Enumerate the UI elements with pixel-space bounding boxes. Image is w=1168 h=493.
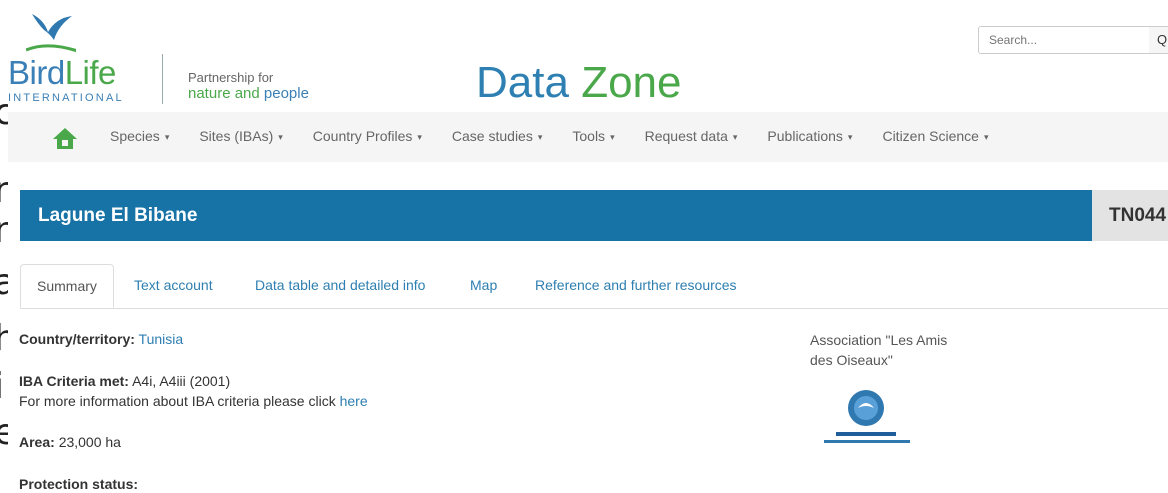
app-title-part1: Data	[476, 58, 569, 107]
tagline-line1: Partnership for	[188, 70, 274, 85]
main-nav: Species ▾ Sites (IBAs) ▾ Country Profiles ▾…	[8, 112, 1168, 162]
browser-screenshot: BirdLife INTERNATIONAL Partnership for n…	[8, 0, 1168, 493]
country-label: Country/territory:	[19, 331, 135, 347]
protection-row: Protection status:	[19, 476, 138, 492]
logo-divider	[162, 54, 163, 104]
nav-request-data[interactable]: Request data ▾	[645, 128, 738, 144]
nav-case-studies[interactable]: Case studies ▾	[452, 128, 542, 144]
site-tabs: Summary Text account Data table and deta…	[20, 264, 1168, 309]
nav-tools[interactable]: Tools ▾	[572, 128, 614, 144]
criteria-label: IBA Criteria met:	[19, 373, 129, 389]
caret-down-icon: ▾	[732, 132, 738, 142]
partner-name: Association "Les Amis des Oiseaux"	[810, 332, 948, 368]
logo-subtitle: INTERNATIONAL	[8, 92, 124, 104]
nav-publications[interactable]: Publications ▾	[767, 128, 852, 144]
tagline-line2: nature and people	[188, 85, 309, 102]
caret-down-icon: ▾	[983, 132, 989, 142]
criteria-info-row: For more information about IBA criteria …	[19, 393, 368, 409]
partner-logo[interactable]	[814, 388, 918, 456]
site-name: Lagune El Bibane	[38, 205, 198, 226]
area-row: Area: 23,000 ha	[19, 434, 121, 450]
country-link[interactable]: Tunisia	[139, 331, 184, 347]
bird-icon	[26, 14, 76, 53]
caret-down-icon: ▾	[417, 132, 422, 142]
nav-country-profiles[interactable]: Country Profiles ▾	[313, 128, 422, 144]
site-code-badge: TN044	[1092, 190, 1168, 241]
home-icon[interactable]	[52, 126, 78, 150]
caret-down-icon: ▾	[847, 132, 853, 142]
logo-wordmark: BirdLife	[8, 54, 116, 91]
partnership-tagline: Partnership for nature and people	[188, 70, 309, 102]
nav-sites[interactable]: Sites (IBAs) ▾	[199, 128, 282, 144]
app-title-part2: Zone	[581, 58, 682, 107]
tab-summary[interactable]: Summary	[20, 264, 114, 308]
country-row: Country/territory: Tunisia	[19, 331, 183, 347]
criteria-info-link[interactable]: here	[340, 393, 368, 409]
tab-text-account[interactable]: Text account	[134, 264, 213, 307]
app-title[interactable]: Data Zone	[476, 56, 681, 110]
nav-citizen-science[interactable]: Citizen Science ▾	[882, 128, 988, 144]
protection-label: Protection status:	[19, 476, 139, 492]
caret-down-icon: ▾	[278, 132, 283, 142]
search-button[interactable]: Q	[1149, 26, 1168, 54]
criteria-info-text: For more information about IBA criteria …	[19, 393, 336, 409]
search-icon: Q	[1157, 32, 1168, 47]
caret-down-icon: ▾	[164, 132, 170, 142]
search-input[interactable]	[978, 26, 1150, 54]
tab-data-table[interactable]: Data table and detailed info	[255, 264, 425, 307]
birdlife-logo[interactable]: BirdLife INTERNATIONAL	[8, 6, 168, 110]
nav-items: Species ▾ Sites (IBAs) ▾ Country Profiles ▾…	[110, 128, 1018, 144]
area-value: 23,000 ha	[58, 434, 121, 450]
tab-references[interactable]: Reference and further resources	[535, 264, 737, 307]
criteria-row: IBA Criteria met: A4i, A4iii (2001)	[19, 373, 230, 389]
area-label: Area:	[19, 434, 55, 450]
caret-down-icon: ▾	[610, 132, 615, 142]
site-title-bar: Lagune El Bibane TN044	[20, 190, 1168, 241]
criteria-value: A4i, A4iii (2001)	[132, 373, 231, 389]
caret-down-icon: ▾	[537, 132, 543, 142]
tab-map[interactable]: Map	[470, 264, 497, 307]
nav-species[interactable]: Species ▾	[110, 128, 169, 144]
